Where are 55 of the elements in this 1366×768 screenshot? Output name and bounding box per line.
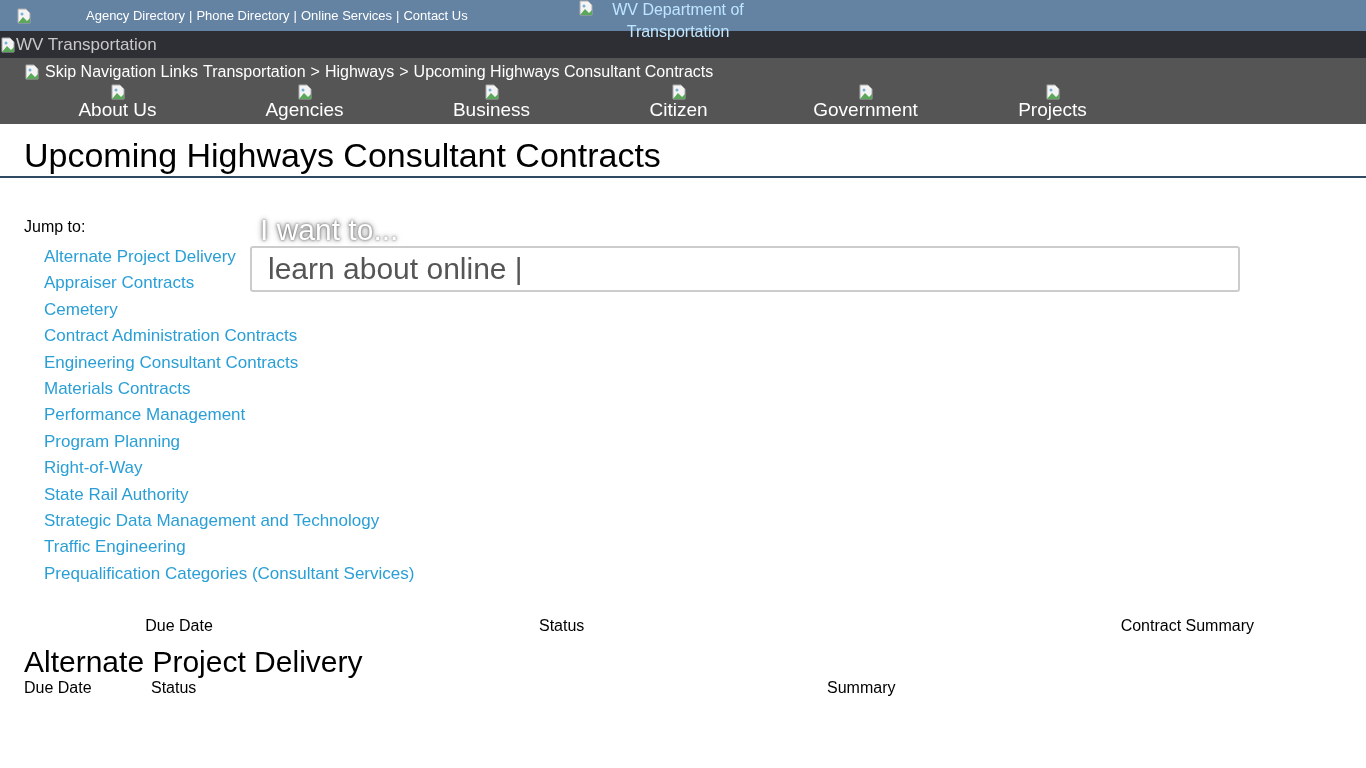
jump-link[interactable]: Alternate Project Delivery [44,244,236,271]
broken-image-icon [483,84,500,100]
logo-link[interactable]: WV Transportation [0,34,157,55]
jump-label: Jump to: [24,218,86,236]
column-header: Status [538,617,586,636]
separator: | [189,8,193,23]
broken-image-icon [1044,84,1061,100]
logo-link[interactable]: WV Department of Transportation [594,0,762,43]
nav-item[interactable]: About Us [24,84,211,120]
nav-item[interactable]: Government [772,84,959,120]
jump-link[interactable]: Appraiser Contracts [44,270,195,297]
broken-image-icon [578,0,594,16]
column-header: Contract Summary [1119,617,1255,636]
nav-item[interactable]: Business [398,84,585,120]
column-header: Due Date [24,679,93,698]
jump-link[interactable]: Prequalification Categories (Consultant Services) [44,560,415,588]
section-heading: Alternate Project Delivery [24,645,364,680]
search-field[interactable]: learn about online | [250,246,1240,292]
breadcrumb-link[interactable]: Transportation [202,63,306,81]
broken-image-icon [296,84,313,100]
jump-link[interactable]: Traffic Engineering [44,534,186,561]
breadcrumb-current: Upcoming Highways Consultant Contracts [413,63,714,81]
nav-item[interactable]: Agencies [211,84,398,120]
nav-item[interactable]: Projects [959,84,1146,120]
broken-image-icon [24,64,40,80]
nav-item[interactable]: Citizen [585,84,772,120]
column-header: Status [151,679,198,698]
broken-image-icon [857,84,874,100]
header-link[interactable]: Online Services [301,8,393,23]
jump-link[interactable]: Performance Management [44,402,246,429]
jump-link[interactable]: Right-of-Way [44,455,143,482]
broken-image-icon [109,84,126,100]
header-link[interactable]: Contact Us [403,8,468,23]
page-title: Upcoming Highways Consultant Contracts [24,136,662,174]
skip-link[interactable]: Skip Navigation Links [45,63,198,81]
jump-link[interactable]: Engineering Consultant Contracts [44,349,299,377]
column-header: Summary [827,679,897,698]
jump-link[interactable]: Strategic Data Management and Technology [44,508,380,535]
breadcrumb-separator: > [399,63,409,81]
breadcrumb-separator: > [310,63,320,81]
column-header: Due Date [144,617,214,636]
separator: | [293,8,297,23]
separator: | [396,8,400,23]
jump-link[interactable]: Cemetery [44,296,118,324]
broken-image-icon [0,36,16,53]
jump-link[interactable]: Contract Administration Contracts [44,323,298,350]
jump-link[interactable]: State Rail Authority [44,481,189,509]
header-link[interactable]: Agency Directory [86,8,185,23]
breadcrumb-link[interactable]: Highways [324,63,395,81]
widget-heading: I want to... [260,214,400,246]
header-link[interactable]: Phone Directory [196,8,290,23]
broken-image-icon [670,84,687,100]
jump-link[interactable]: Materials Contracts [44,376,191,403]
jump-link[interactable]: Program Planning [44,428,181,456]
broken-image-icon [16,7,32,24]
